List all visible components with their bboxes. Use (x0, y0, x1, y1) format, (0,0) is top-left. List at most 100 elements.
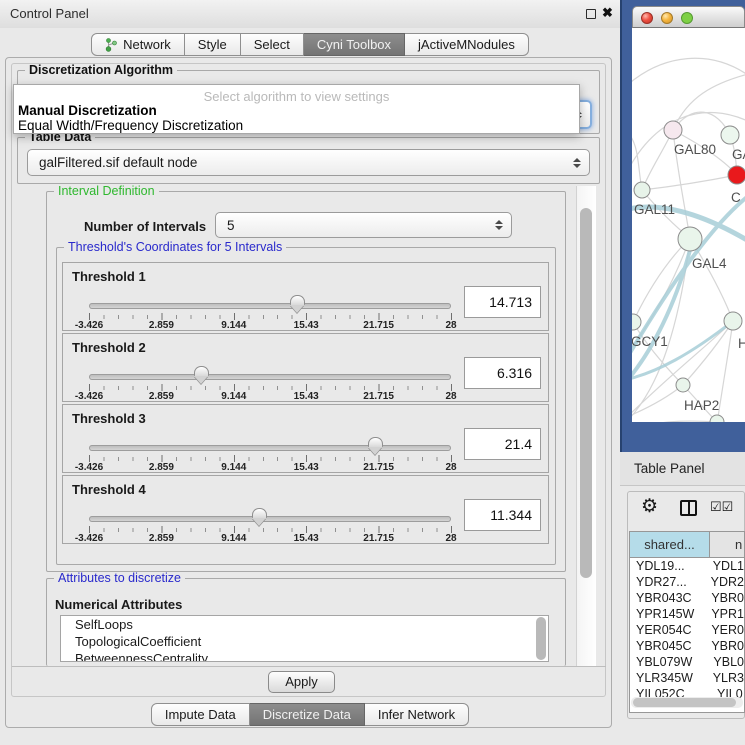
screen: Control Panel ✖ NetworkStyle Select Cyni T… (0, 0, 745, 745)
tick-label: 15.43 (294, 320, 319, 331)
algorithm-prompt: Select algorithm to view settings (14, 89, 579, 104)
tick-label: 15.43 (294, 391, 319, 402)
threshold-row: Threshold 1-3.4262.8599.14415.4321.71528 (62, 262, 549, 331)
cell-shared-name: YPR145W (630, 606, 704, 622)
threshold-row: Threshold 2-3.4262.8599.14415.4321.71528 (62, 333, 549, 402)
table-row[interactable]: YBL079WYBL0 (630, 654, 744, 670)
tab-jactivemnodules[interactable]: jActiveMNodules (405, 33, 529, 56)
node-gal4[interactable] (678, 227, 702, 251)
slider-track[interactable] (89, 445, 451, 451)
cell-name: YDL1 (706, 558, 744, 574)
attribute-item[interactable]: BetweennessCentrality (61, 650, 548, 662)
attribute-item[interactable]: TopologicalCoefficient (61, 633, 548, 650)
attribute-item[interactable]: SelfLoops (61, 616, 548, 633)
panel-divider[interactable] (620, 0, 622, 452)
threshold-value-input[interactable] (464, 499, 541, 531)
node-label: GAL4 (692, 256, 727, 271)
number-of-intervals-combo[interactable]: 5 (215, 212, 512, 238)
gear-icon[interactable]: ⚙ (641, 495, 658, 518)
tab-discretize-data[interactable]: Discretize Data (250, 703, 365, 726)
tab-label: Infer Network (378, 704, 455, 725)
column-header-name[interactable]: n (710, 532, 744, 557)
select-all-checkboxes-icon[interactable]: ☑☑ (710, 499, 733, 515)
close-traffic-light[interactable] (641, 12, 653, 24)
table-row[interactable]: YPR145WYPR1 (630, 606, 744, 622)
thresholds-group-title: Threshold's Coordinates for 5 Intervals (64, 241, 286, 254)
node-selected-red[interactable] (728, 166, 745, 184)
table-hscrollbar-thumb[interactable] (633, 698, 736, 707)
slider-track[interactable] (89, 374, 451, 380)
slider-thumb[interactable] (194, 366, 209, 384)
table-row[interactable]: YLR345WYLR3 (630, 670, 744, 686)
node-ga[interactable] (721, 126, 739, 144)
cell-name: YBR0 (704, 590, 744, 606)
threshold-value-input[interactable] (464, 357, 541, 389)
table-row[interactable]: YDR27...YDR2 (630, 574, 744, 590)
numerical-attributes-label: Numerical Attributes (55, 597, 182, 612)
tab-cyni-toolbox[interactable]: Cyni Toolbox (304, 33, 405, 56)
panel-scrollbar-thumb[interactable] (580, 208, 592, 578)
algorithm-option-manual[interactable]: Manual Discretization (18, 103, 157, 118)
threshold-row: Threshold 3-3.4262.8599.14415.4321.71528 (62, 404, 549, 473)
numerical-attributes-list[interactable]: SelfLoopsTopologicalCoefficientBetweenne… (60, 615, 549, 662)
node-label: C (731, 190, 741, 205)
node-label: GAL11 (634, 202, 675, 217)
threshold-value-input[interactable] (464, 286, 541, 318)
tab-style[interactable]: Style (185, 33, 241, 56)
tab-label: Select (254, 34, 290, 55)
column-header-shared-name[interactable]: shared... (630, 532, 710, 557)
slider-thumb[interactable] (252, 508, 267, 526)
columns-icon[interactable] (680, 500, 697, 516)
tick-label: 2.859 (149, 391, 174, 402)
close-icon[interactable]: ✖ (602, 5, 613, 21)
apply-button[interactable]: Apply (268, 671, 335, 693)
tab-select[interactable]: Select (241, 33, 304, 56)
node-gcy1[interactable] (632, 314, 641, 330)
zoom-traffic-light[interactable] (681, 12, 693, 24)
threshold-value-input[interactable] (464, 428, 541, 460)
tick-label: -3.426 (75, 320, 103, 331)
top-tab-bar: NetworkStyle Select Cyni ToolboxjActiveMNo… (0, 33, 620, 56)
table-row[interactable]: YBR045CYBR0 (630, 638, 744, 654)
slider-track[interactable] (89, 516, 451, 522)
table-data-combo[interactable]: galFiltered.sif default node (27, 149, 590, 176)
minimize-traffic-light[interactable] (661, 12, 673, 24)
tick-label: -3.426 (75, 391, 103, 402)
tick-label: 15.43 (294, 462, 319, 473)
slider-major-ticks (89, 526, 452, 533)
table-row[interactable]: YDL19...YDL1 (630, 558, 744, 574)
node-gal80[interactable] (664, 121, 682, 139)
slider-thumb[interactable] (368, 437, 383, 455)
table-rows: YDL19...YDL1YDR27...YDR2YBR043CYBR0YPR14… (630, 558, 744, 702)
cell-name: YER0 (704, 622, 744, 638)
tab-network[interactable]: Network (91, 33, 185, 56)
slider-track[interactable] (89, 303, 451, 309)
node-hap2[interactable] (676, 378, 690, 392)
node-h[interactable] (724, 312, 742, 330)
tick-label: 28 (445, 533, 456, 544)
node-gal11[interactable] (634, 182, 650, 198)
tab-impute-data[interactable]: Impute Data (151, 703, 250, 726)
table-row[interactable]: YER054CYER0 (630, 622, 744, 638)
cell-shared-name: YLR345W (630, 670, 706, 686)
algorithm-option-equal-width[interactable]: Equal Width/Frequency Discretization (18, 118, 243, 133)
network-canvas[interactable]: GAL80 GA C GAL11 GAL4 GCY1 H HAP2 (632, 28, 745, 422)
float-window-icon[interactable] (586, 9, 596, 19)
tick-label: 2.859 (149, 320, 174, 331)
list-scrollbar-thumb[interactable] (536, 617, 546, 660)
table-row[interactable]: YBR043CYBR0 (630, 590, 744, 606)
tick-label: 21.715 (363, 320, 394, 331)
table-hscrollbar[interactable] (631, 697, 743, 708)
table-header-row: shared... n (630, 532, 744, 558)
network-graph: GAL80 GA C GAL11 GAL4 GCY1 H HAP2 (632, 28, 745, 422)
tab-infer-network[interactable]: Infer Network (365, 703, 469, 726)
tick-label: 21.715 (363, 462, 394, 473)
slider-thumb[interactable] (290, 295, 305, 313)
control-panel-titlebar: Control Panel ✖ (0, 0, 620, 28)
tick-label: 28 (445, 391, 456, 402)
cell-shared-name: YER054C (630, 622, 704, 638)
table-panel-title: Table Panel (634, 461, 705, 476)
network-window-titlebar[interactable] (632, 6, 745, 28)
bottom-separator (12, 666, 606, 667)
cell-name: YBL0 (706, 654, 744, 670)
